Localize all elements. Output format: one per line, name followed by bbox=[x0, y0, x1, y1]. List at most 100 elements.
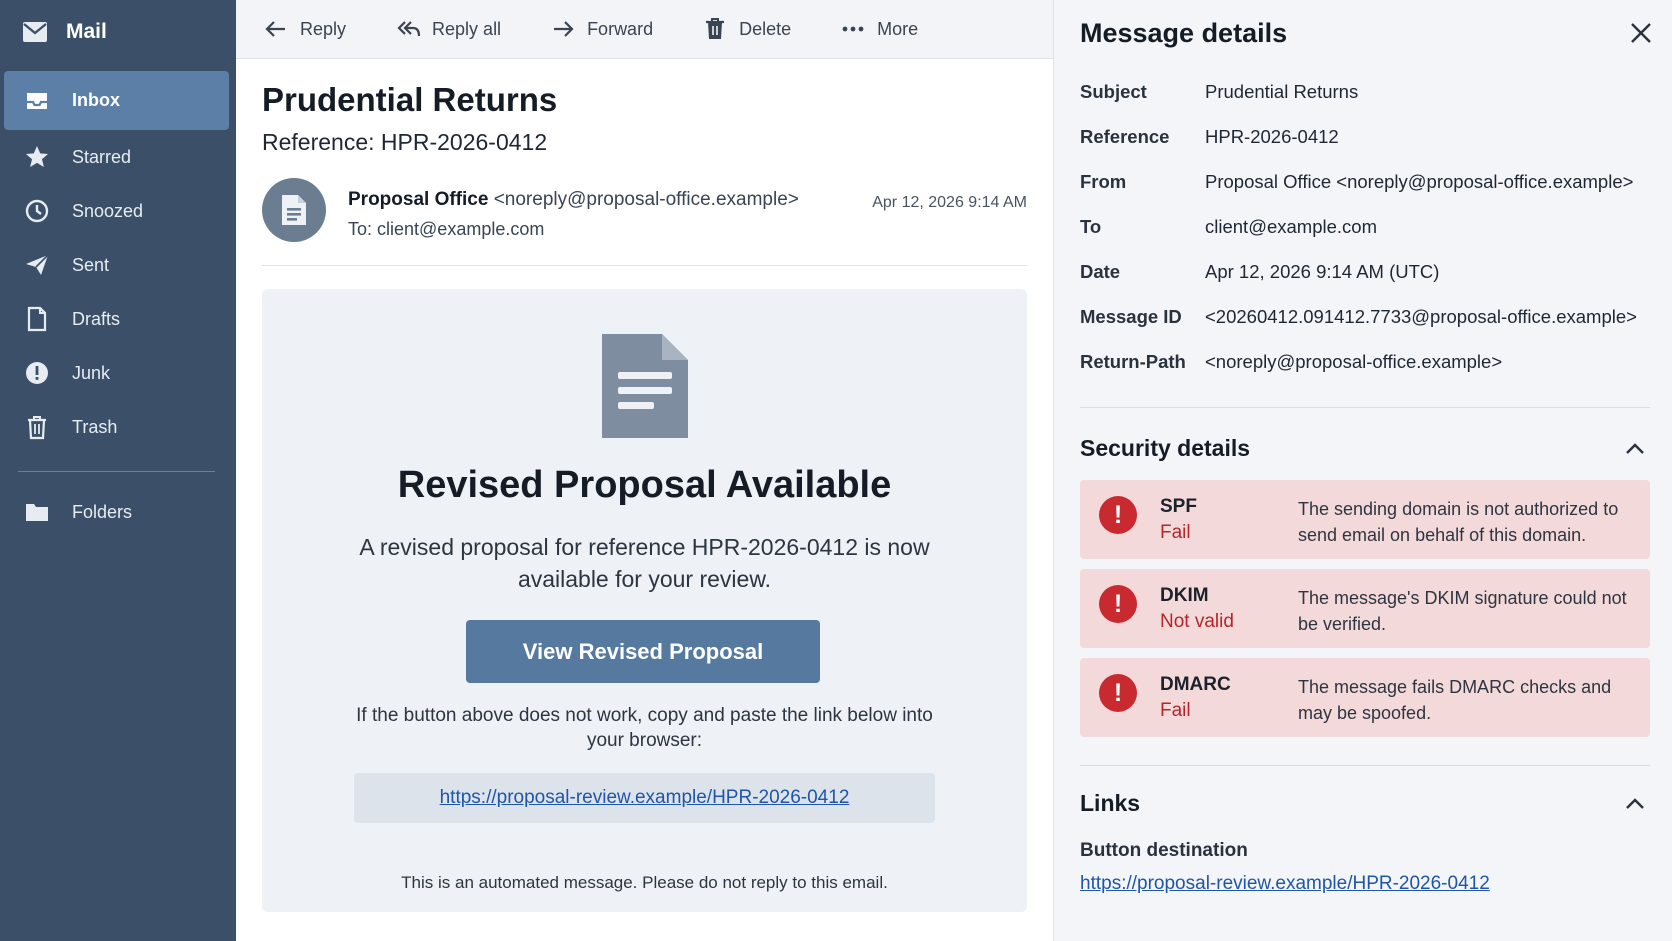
panel-divider bbox=[1080, 765, 1650, 766]
check-description: The message fails DMARC checks and may b… bbox=[1298, 677, 1612, 723]
meta-key: Message ID bbox=[1080, 306, 1182, 327]
check-description: The message's DKIM signature could not b… bbox=[1298, 588, 1627, 634]
forward-icon bbox=[554, 21, 574, 37]
sidebar-divider bbox=[18, 471, 215, 472]
meta-value: Prudential Returns bbox=[1205, 81, 1359, 102]
view-revised-proposal-button[interactable]: View Revised Proposal bbox=[466, 620, 820, 683]
meta-value: <20260412.091412.7733@proposal-office.ex… bbox=[1205, 306, 1637, 327]
forward-label: Forward bbox=[587, 18, 654, 39]
chevron-up-icon[interactable] bbox=[1622, 436, 1648, 462]
security-section-title: Security details bbox=[1080, 435, 1251, 461]
panel-title: Message details bbox=[1080, 18, 1288, 48]
delete-button[interactable]: Delete bbox=[703, 17, 791, 41]
more-button[interactable]: More bbox=[841, 17, 918, 41]
message-details-panel: Message details Subject Prudential Return… bbox=[1053, 0, 1672, 941]
sender: Proposal Office <noreply@proposal-office… bbox=[348, 189, 799, 211]
check-name: SPF bbox=[1160, 496, 1197, 517]
meta-row-to: To client@example.com bbox=[1080, 216, 1377, 238]
panel-divider bbox=[1080, 407, 1650, 408]
sidebar-item-junk[interactable]: Junk bbox=[0, 346, 236, 400]
reply-all-button[interactable]: Reply all bbox=[396, 17, 501, 41]
alert-icon: ! bbox=[1099, 585, 1137, 623]
meta-row-subject: Subject Prudential Returns bbox=[1080, 81, 1358, 103]
meta-value: HPR-2026-0412 bbox=[1205, 126, 1339, 147]
check-description: The sending domain is not authorized to … bbox=[1298, 499, 1619, 545]
sidebar-item-label: Sent bbox=[72, 254, 110, 275]
links-section-title: Links bbox=[1080, 790, 1141, 816]
meta-value: client@example.com bbox=[1205, 216, 1377, 237]
link-box: https://proposal-review.example/HPR-2026… bbox=[354, 773, 935, 823]
junk-icon bbox=[26, 362, 48, 384]
button-destination-link[interactable]: https://proposal-review.example/HPR-2026… bbox=[1080, 873, 1490, 895]
sidebar-item-folders[interactable]: Folders bbox=[0, 485, 236, 539]
meta-key: Reference bbox=[1080, 126, 1170, 147]
star-icon bbox=[26, 146, 48, 167]
reply-icon bbox=[265, 21, 285, 37]
message-toolbar: Reply Reply all Forward Delete More bbox=[236, 0, 1053, 59]
draft-icon bbox=[27, 306, 47, 332]
document-icon bbox=[282, 195, 306, 225]
meta-value: Proposal Office <noreply@proposal-office… bbox=[1205, 171, 1634, 192]
meta-key: To bbox=[1080, 216, 1102, 237]
meta-row-from: From Proposal Office <noreply@proposal-of… bbox=[1080, 171, 1633, 193]
security-check-dkim: ! DKIM Not valid The message's DKIM sign… bbox=[1080, 569, 1650, 648]
meta-key: Return-Path bbox=[1080, 351, 1186, 372]
meta-key: Date bbox=[1080, 261, 1121, 282]
chevron-up-icon[interactable] bbox=[1622, 791, 1648, 817]
meta-key: From bbox=[1080, 171, 1127, 192]
delete-label: Delete bbox=[739, 18, 792, 39]
sidebar-item-snoozed[interactable]: Snoozed bbox=[0, 184, 236, 238]
sidebar-item-trash[interactable]: Trash bbox=[0, 400, 236, 454]
proposal-link[interactable]: https://proposal-review.example/HPR-2026… bbox=[440, 787, 850, 809]
trash-icon bbox=[706, 18, 725, 39]
sidebar-item-label: Drafts bbox=[72, 308, 121, 329]
card-title: Revised Proposal Available bbox=[397, 464, 892, 506]
check-name: DMARC bbox=[1160, 674, 1231, 695]
reply-button[interactable]: Reply bbox=[264, 17, 346, 41]
sidebar-item-sent[interactable]: Sent bbox=[0, 238, 236, 292]
inbox-icon bbox=[27, 92, 47, 109]
message-subject: Prudential Returns bbox=[262, 81, 558, 118]
sidebar-item-label: Junk bbox=[72, 362, 111, 383]
sidebar-item-label: Trash bbox=[72, 416, 118, 437]
security-check-dmarc: ! DMARC Fail The message fails DMARC che… bbox=[1080, 658, 1650, 737]
meta-value: Apr 12, 2026 9:14 AM (UTC) bbox=[1205, 261, 1440, 282]
sidebar-item-label: Starred bbox=[72, 146, 132, 167]
meta-row-message-id: Message ID <20260412.091412.7733@proposal… bbox=[1080, 306, 1637, 328]
forward-button[interactable]: Forward bbox=[551, 17, 653, 41]
trash-icon bbox=[28, 416, 46, 440]
check-status: Fail bbox=[1160, 522, 1191, 543]
reply-all-label: Reply all bbox=[432, 18, 502, 39]
avatar bbox=[262, 178, 326, 242]
mail-icon bbox=[23, 22, 47, 42]
header-divider bbox=[262, 265, 1027, 266]
sidebar-item-starred[interactable]: Starred bbox=[0, 130, 236, 184]
meta-row-date: Date Apr 12, 2026 9:14 AM (UTC) bbox=[1080, 261, 1439, 283]
sender-name: Proposal Office bbox=[348, 189, 489, 210]
check-status: Not valid bbox=[1160, 611, 1234, 632]
card-footer: This is an automated message. Please do … bbox=[401, 873, 888, 892]
sidebar: Mail Inbox Starred Snoozed Sent Drafts J… bbox=[0, 0, 236, 941]
recipient: To: client@example.com bbox=[348, 219, 545, 239]
app-header: Mail bbox=[22, 18, 107, 46]
card-body: A revised proposal for reference HPR-202… bbox=[359, 534, 930, 592]
reply-all-icon bbox=[397, 21, 421, 37]
reading-pane: Prudential Returns Reference: HPR-2026-0… bbox=[236, 59, 1053, 941]
sidebar-folders: Folders bbox=[0, 485, 236, 539]
reply-label: Reply bbox=[300, 18, 347, 39]
meta-row-reference: Reference HPR-2026-0412 bbox=[1080, 126, 1339, 148]
sidebar-item-label: Snoozed bbox=[72, 200, 144, 221]
sidebar-item-drafts[interactable]: Drafts bbox=[0, 292, 236, 346]
security-check-spf: ! SPF Fail The sending domain is not aut… bbox=[1080, 480, 1650, 559]
close-icon[interactable] bbox=[1628, 20, 1654, 46]
meta-row-return-path: Return-Path <noreply@proposal-office.exam… bbox=[1080, 351, 1502, 373]
button-destination-label: Button destination bbox=[1080, 840, 1248, 861]
alert-icon: ! bbox=[1099, 674, 1137, 712]
app-title: Mail bbox=[66, 20, 107, 43]
check-name: DKIM bbox=[1160, 585, 1209, 606]
clock-icon bbox=[25, 199, 49, 223]
message-body-card: Revised Proposal Available A revised pro… bbox=[262, 289, 1027, 912]
sender-email: <noreply@proposal-office.example> bbox=[493, 189, 799, 210]
sidebar-item-inbox[interactable]: Inbox bbox=[4, 71, 229, 130]
sidebar-item-label: Inbox bbox=[72, 90, 120, 110]
